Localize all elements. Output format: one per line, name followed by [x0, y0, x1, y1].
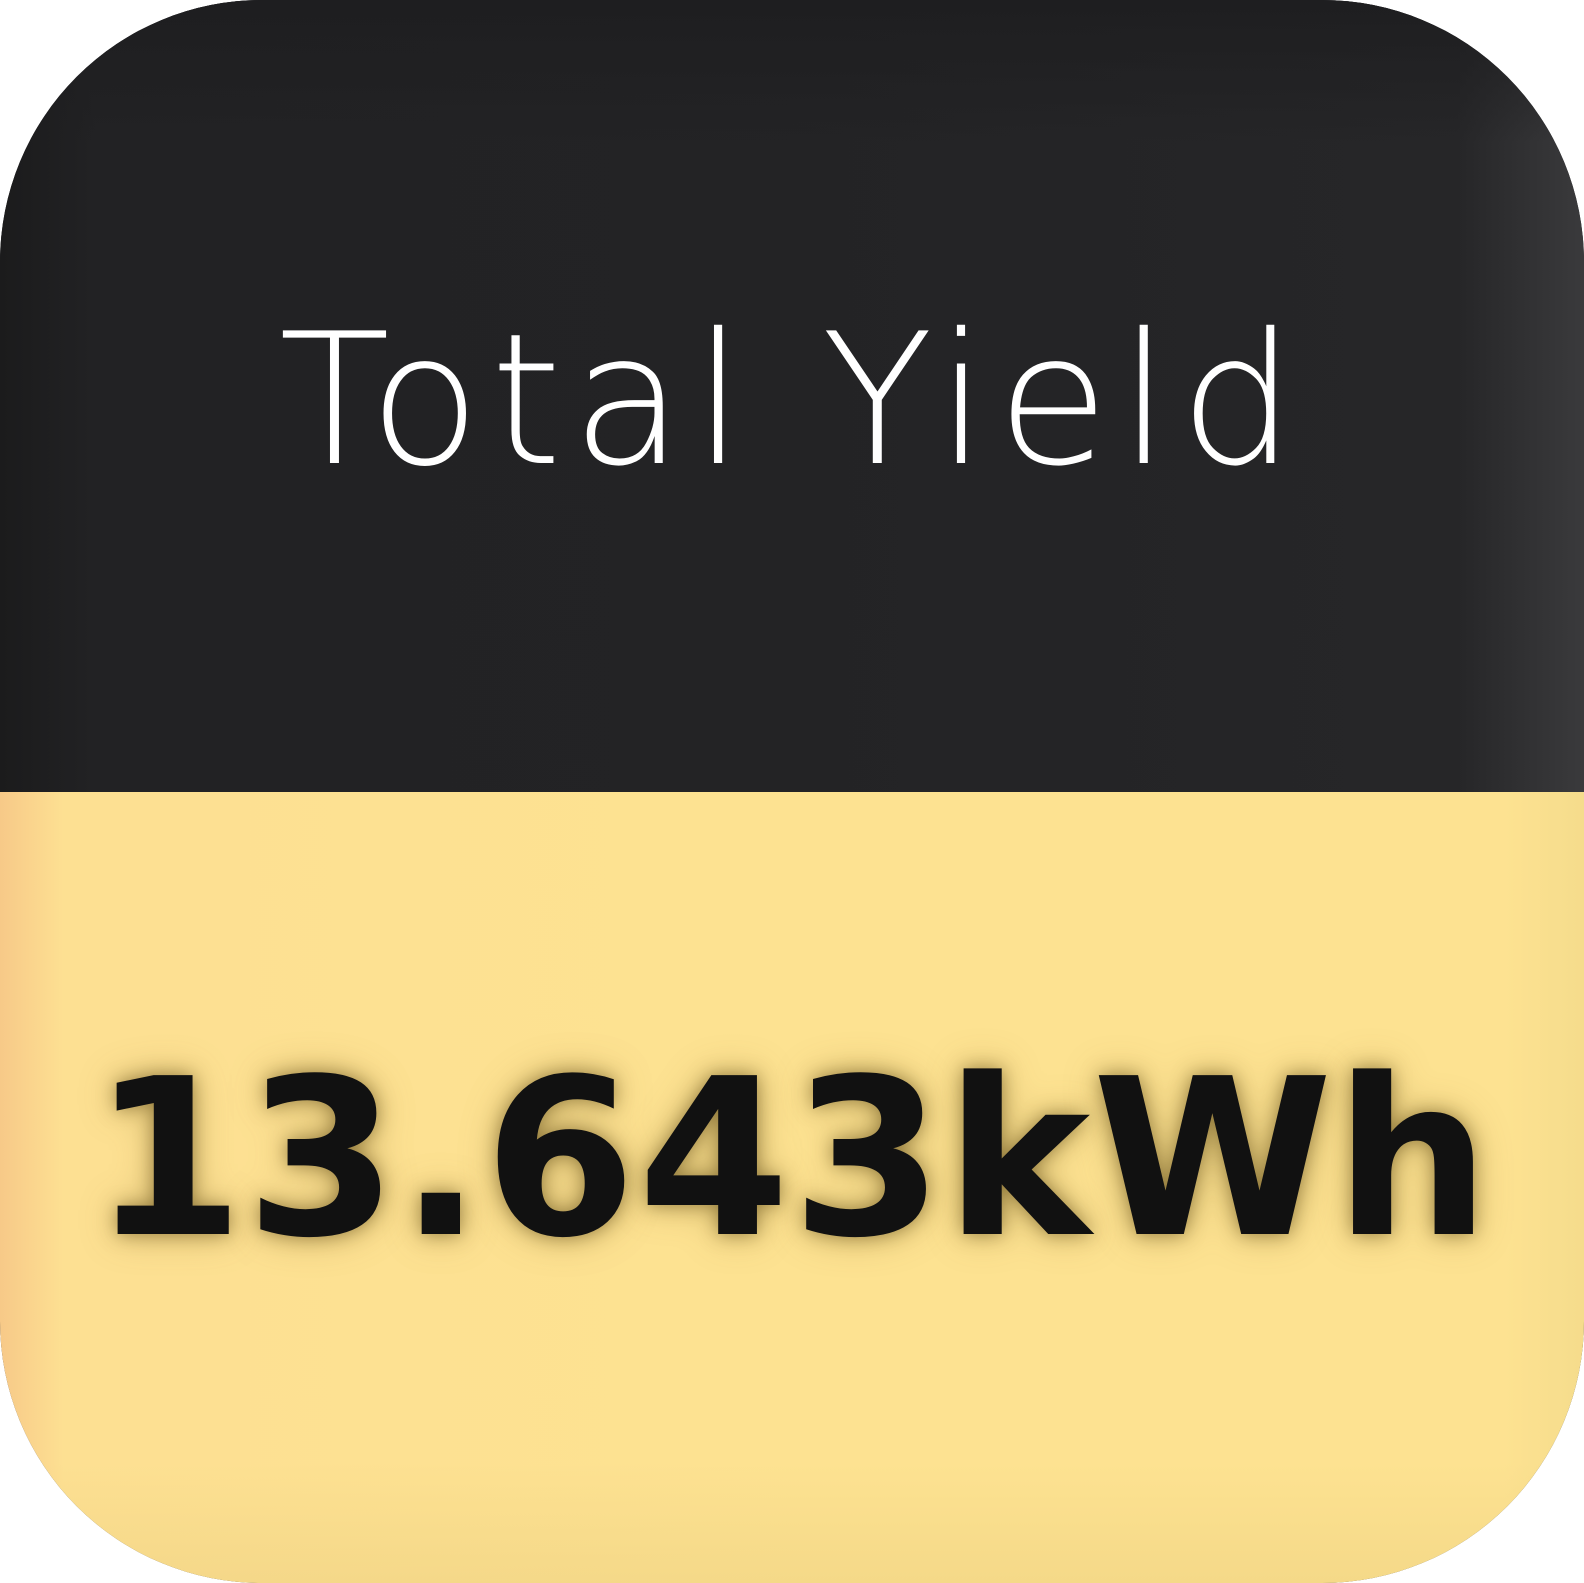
- tile-title: Total Yield: [278, 294, 1306, 506]
- tile-header: Total Yield: [0, 0, 1584, 792]
- total-yield-tile[interactable]: Total Yield 13.643kWh: [0, 0, 1584, 1583]
- total-yield-value: 13.643kWh: [92, 1033, 1492, 1286]
